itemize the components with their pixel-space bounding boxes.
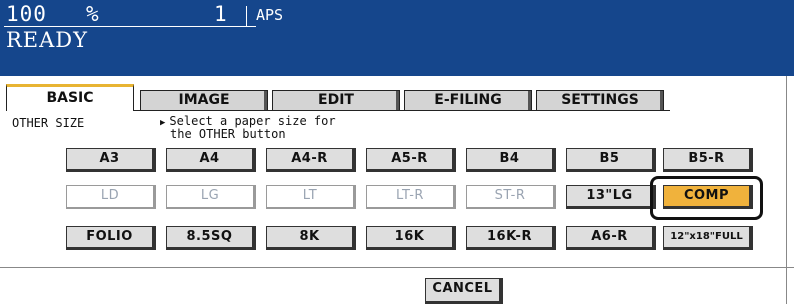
selection-highlight-frame <box>650 176 763 220</box>
paper-size-button-lg: LG <box>166 185 256 209</box>
paper-size-button-a6-r[interactable]: A6-R <box>566 226 656 250</box>
paper-size-button-folio[interactable]: FOLIO <box>66 226 156 250</box>
paper-size-button-a4-r[interactable]: A4-R <box>266 148 356 172</box>
paper-size-button-a5-r[interactable]: A5-R <box>366 148 456 172</box>
paper-size-button-lt: LT <box>266 185 356 209</box>
paper-size-button-b5-r[interactable]: B5-R <box>663 148 753 172</box>
machine-state: READY <box>6 28 89 52</box>
paper-size-button-16k-r[interactable]: 16K-R <box>466 226 556 250</box>
paper-size-button-lt-r: LT-R <box>366 185 456 209</box>
paper-size-button-8-5sq[interactable]: 8.5SQ <box>166 226 256 250</box>
function-tabs: BASIC IMAGE EDIT E-FILING SETTINGS <box>6 84 686 111</box>
zoom-value: 100 <box>6 2 47 26</box>
instruction-line-2: the OTHER button <box>170 127 286 141</box>
paper-size-button-13-lg[interactable]: 13"LG <box>566 185 656 209</box>
section-title: OTHER SIZE <box>12 116 85 130</box>
paper-mode: APS <box>256 6 284 24</box>
copies-count: 1 <box>214 2 227 26</box>
paper-size-button-a3[interactable]: A3 <box>66 148 156 172</box>
status-bar: 100 % 1 APS READY <box>0 0 794 76</box>
tab-basic[interactable]: BASIC <box>6 84 134 111</box>
paper-size-button-b4[interactable]: B4 <box>466 148 556 172</box>
tab-image[interactable]: IMAGE <box>140 90 268 110</box>
instruction-text: ▶ Select a paper size for the OTHER butto… <box>160 114 360 141</box>
paper-size-button-st-r: ST-R <box>466 185 556 209</box>
zoom-percent-sign: % <box>86 2 99 26</box>
tab-edit[interactable]: EDIT <box>272 90 400 110</box>
instruction-line-1: Select a paper size for <box>169 114 336 128</box>
panel-right-edge <box>786 76 787 304</box>
paper-size-button-a4[interactable]: A4 <box>166 148 256 172</box>
paper-size-button-ld: LD <box>66 185 156 209</box>
paper-size-button-16k[interactable]: 16K <box>366 226 456 250</box>
paper-size-button-b5[interactable]: B5 <box>566 148 656 172</box>
bottom-divider <box>0 267 794 268</box>
pointer-arrow-icon: ▶ <box>160 118 166 128</box>
tab-e-filing[interactable]: E-FILING <box>404 90 532 110</box>
status-separator <box>246 6 247 26</box>
tab-settings[interactable]: SETTINGS <box>536 90 664 110</box>
cancel-button[interactable]: CANCEL <box>425 278 503 304</box>
status-underline <box>4 26 256 27</box>
paper-size-button-8k[interactable]: 8K <box>266 226 356 250</box>
paper-size-button-12-x18-full[interactable]: 12"x18"FULL <box>663 226 753 250</box>
